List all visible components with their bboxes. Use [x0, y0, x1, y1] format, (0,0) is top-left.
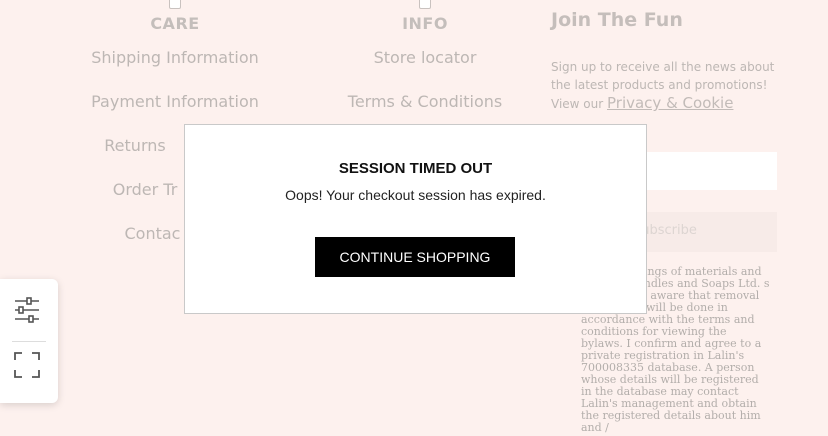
care-checkbox[interactable]: [169, 0, 181, 9]
store-locator-link[interactable]: Store locator: [320, 48, 530, 67]
sidebar-widget: [0, 279, 58, 403]
care-title: CARE: [150, 14, 200, 33]
sidebar-divider: [12, 341, 46, 342]
terms-conditions-link[interactable]: Terms & Conditions: [320, 92, 530, 111]
footer-info-column: INFO Store locator Terms & Conditions: [320, 0, 530, 111]
info-checkbox[interactable]: [419, 0, 431, 9]
footer-care-column: CARE Shipping Information Payment Inform…: [70, 0, 280, 243]
privacy-cookie-link[interactable]: Privacy & Cookie: [607, 94, 733, 112]
sliders-icon[interactable]: [13, 296, 41, 324]
join-description: Sign up to receive all the news about th…: [551, 58, 781, 113]
fullscreen-icon[interactable]: [13, 351, 41, 379]
info-title: INFO: [402, 14, 448, 33]
view-our-text: View our: [551, 97, 607, 111]
continue-shopping-button[interactable]: CONTINUE SHOPPING: [315, 237, 515, 277]
join-title: Join The Fun: [551, 9, 683, 31]
join-text: Sign up to receive all the news about th…: [551, 60, 775, 92]
payment-information-link[interactable]: Payment Information: [70, 92, 280, 111]
session-timeout-modal: SESSION TIMED OUT Oops! Your checkout se…: [184, 124, 647, 314]
modal-message: Oops! Your checkout session has expired.: [285, 187, 546, 203]
shipping-information-link[interactable]: Shipping Information: [70, 48, 280, 67]
modal-title: SESSION TIMED OUT: [338, 160, 493, 177]
